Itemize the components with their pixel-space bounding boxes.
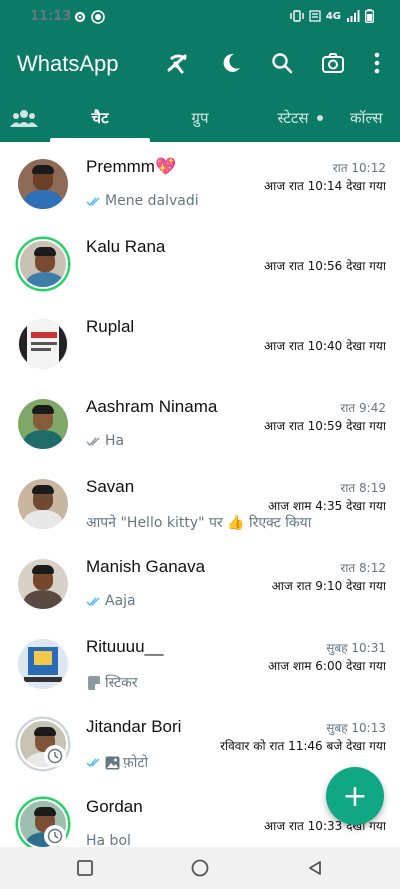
tab-status-label: स्टेटस (277, 109, 309, 127)
status-bar: 11:13 4G (0, 0, 400, 34)
chat-row[interactable]: Premmm💖 रात 10:12 आज रात 10:14 देखा गया … (0, 142, 400, 222)
community-icon (10, 110, 38, 127)
double-check-icon (86, 196, 100, 206)
double-check-icon (86, 596, 100, 606)
tab-calls-label: कॉल्स (350, 109, 383, 127)
back-button[interactable] (303, 856, 327, 880)
chat-name: Aashram Ninama (86, 397, 218, 416)
chat-name: Gordan (86, 797, 143, 816)
chat-row[interactable]: Savan रात 8:19 आज शाम 4:35 देखा गया आपने… (0, 462, 400, 542)
avatar[interactable] (18, 319, 68, 369)
double-check-icon (86, 758, 100, 768)
battery-icon (365, 9, 374, 23)
chat-row[interactable]: Rituuuu__ सुबह 10:31 आज शाम 6:00 देखा गय… (0, 622, 400, 702)
chat-name: Premmm💖 (86, 157, 177, 176)
clock-icon (44, 745, 66, 767)
chat-row[interactable]: Aashram Ninama रात 9:42 आज रात 10:59 देख… (0, 382, 400, 462)
recents-button[interactable] (73, 856, 97, 880)
settings-icon (74, 11, 86, 23)
tab-status[interactable]: स्टेटस (250, 94, 350, 142)
avatar[interactable] (18, 479, 68, 529)
home-button[interactable] (188, 856, 212, 880)
chat-row[interactable]: Ruplal आज रात 10:40 देखा गया (0, 302, 400, 382)
last-seen: आज रात 10:14 देखा गया (264, 179, 386, 193)
new-chat-button[interactable]: + (326, 767, 384, 825)
avatar[interactable] (18, 159, 68, 209)
last-seen: आज रात 9:10 देखा गया (271, 579, 386, 593)
sticker-icon (88, 675, 100, 690)
double-check-icon (86, 436, 100, 446)
chat-time: रात 9:42 (340, 401, 386, 415)
chat-message: स्टिकर (105, 675, 138, 691)
chat-list[interactable]: Premmm💖 रात 10:12 आज रात 10:14 देखा गया … (0, 142, 400, 847)
wifi-off-icon[interactable] (163, 48, 193, 78)
signal-icon (347, 10, 360, 22)
chat-time: रात 8:12 (340, 561, 386, 575)
chat-time: सुबह 10:13 (326, 721, 386, 735)
record-icon (91, 10, 105, 24)
avatar[interactable] (18, 239, 68, 289)
chat-time: रात 8:19 (340, 481, 386, 495)
chat-preview: आपने "Hello kitty" पर 👍 रिएक्ट किया (86, 513, 311, 532)
photo-icon (105, 756, 120, 769)
chat-time: सुबह 10:31 (326, 641, 386, 655)
tab-groups[interactable]: ग्रुप (150, 94, 250, 142)
last-seen: आज शाम 6:00 देखा गया (268, 659, 386, 673)
chat-message: आपने "Hello kitty" पर 👍 रिएक्ट किया (86, 515, 312, 531)
chat-preview: फ़ोटो (86, 753, 148, 772)
app-bar: WhatsApp (0, 34, 400, 94)
tab-bar: चैट ग्रुप स्टेटस कॉल्स (0, 94, 400, 142)
chat-message: Ha (105, 433, 125, 449)
avatar[interactable] (18, 559, 68, 609)
moon-icon[interactable] (216, 48, 246, 78)
last-seen: आज रात 10:59 देखा गया (264, 419, 386, 433)
chat-message: Ha bol (86, 833, 131, 847)
chat-preview: Aaja (86, 593, 136, 609)
volte-icon (309, 10, 321, 22)
system-nav-bar (0, 847, 400, 889)
chat-preview: स्टिकर (86, 673, 138, 692)
chat-message: फ़ोटो (123, 755, 149, 771)
last-seen: आज शाम 4:35 देखा गया (268, 499, 386, 513)
square-icon (77, 860, 93, 876)
clock-icon (44, 825, 66, 847)
chat-name: Savan (86, 477, 135, 496)
chat-time: रात 10:12 (332, 161, 386, 175)
last-seen: आज रात 10:56 देखा गया (264, 259, 386, 273)
chat-row[interactable]: Kalu Rana आज रात 10:56 देखा गया (0, 222, 400, 302)
app-title: WhatsApp (17, 51, 119, 76)
triangle-back-icon (309, 861, 321, 875)
chat-preview: Ha bol (86, 833, 131, 847)
avatar[interactable] (18, 399, 68, 449)
avatar[interactable] (18, 639, 68, 689)
chat-name: Jitandar Bori (86, 717, 182, 736)
chat-preview: Mene dalvadi (86, 193, 199, 209)
chat-name: Rituuuu__ (86, 637, 164, 656)
last-seen: आज रात 10:40 देखा गया (264, 339, 386, 353)
chat-message: Mene dalvadi (105, 193, 199, 209)
chat-name: Kalu Rana (86, 237, 166, 256)
camera-icon[interactable] (318, 48, 348, 78)
chat-preview: Ha (86, 433, 124, 449)
tab-calls[interactable]: कॉल्स (350, 94, 400, 142)
chat-row[interactable]: Manish Ganava रात 8:12 आज रात 9:10 देखा … (0, 542, 400, 622)
status-dot-icon (316, 115, 323, 121)
chat-name: Ruplal (86, 317, 135, 336)
plus-icon: + (342, 778, 368, 814)
network-label: 4G (325, 10, 341, 22)
more-vert-icon[interactable] (362, 48, 392, 78)
chat-message: Aaja (105, 593, 136, 609)
last-seen: रविवार को रात 11:46 बजे देखा गया (220, 739, 386, 753)
circle-icon (191, 859, 209, 877)
chat-name: Manish Ganava (86, 557, 206, 576)
tab-community[interactable] (0, 94, 48, 142)
tab-chats[interactable]: चैट (50, 94, 150, 142)
search-icon[interactable] (267, 48, 297, 78)
vibrate-icon (290, 10, 304, 22)
